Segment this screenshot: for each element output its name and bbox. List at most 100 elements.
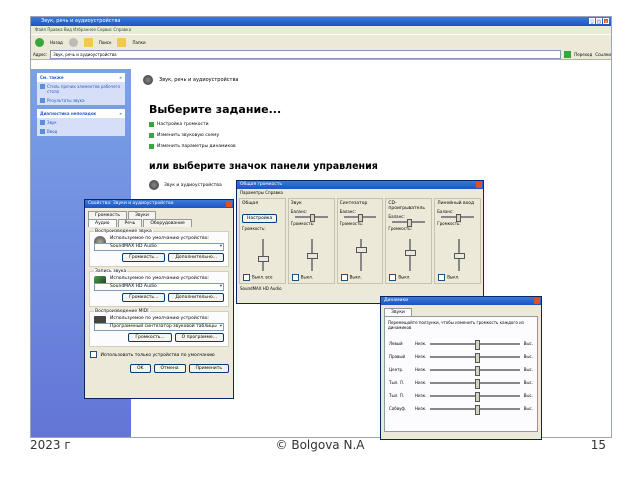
task-link[interactable]: Настройка громкости xyxy=(149,122,611,127)
mute-option[interactable]: Выкл. xyxy=(291,274,313,281)
see-also-title[interactable]: См. также xyxy=(37,73,125,82)
apply-button[interactable]: Применить xyxy=(188,364,229,373)
see-also-item[interactable]: Стиль прочих элементов рабочего стола xyxy=(37,82,125,96)
main-pane: Звук, речь и аудиоустройства Выберите за… xyxy=(143,69,611,190)
menu-bar[interactable]: Файл Правка Вид Избранное Сервис Справка xyxy=(31,26,611,34)
forward-arrow-icon[interactable] xyxy=(68,37,78,47)
advanced-button[interactable]: Дополнительно... xyxy=(168,293,224,302)
category-header: Звук, речь и аудиоустройства xyxy=(143,75,611,85)
speaker-slider[interactable] xyxy=(430,391,520,402)
speakers-title: Динамики xyxy=(381,297,541,305)
task-arrow-icon xyxy=(149,122,154,127)
go-button[interactable]: Переход xyxy=(574,52,592,57)
task-label[interactable]: Настройка громкости xyxy=(157,122,209,127)
default-only-checkbox[interactable] xyxy=(90,351,97,358)
tab-audio[interactable]: Аудио xyxy=(88,219,117,227)
task-label[interactable]: Изменить звуковую схему xyxy=(157,133,219,138)
recording-device-select[interactable]: SoundMAX HD Audio xyxy=(94,283,224,291)
speakers-title-text: Динамики xyxy=(384,298,409,303)
toolbar: Назад Поиск Папки xyxy=(31,34,611,49)
mute-checkbox[interactable] xyxy=(389,274,397,281)
mute-checkbox[interactable] xyxy=(243,274,250,281)
see-also-item[interactable]: Результаты звука xyxy=(37,96,125,105)
tab-row: Аудио Речь Оборудование xyxy=(85,219,233,227)
close-icon[interactable]: × xyxy=(603,18,609,24)
control-panel-icon-label[interactable]: Звук и аудиоустройства xyxy=(164,183,222,188)
links-button[interactable]: Ссылки xyxy=(595,52,611,57)
maximize-icon[interactable]: □ xyxy=(596,18,602,24)
back-label[interactable]: Назад xyxy=(50,40,63,45)
up-folder-icon[interactable] xyxy=(83,37,93,47)
volume-slider[interactable] xyxy=(404,250,416,257)
mute-checkbox[interactable] xyxy=(340,274,348,281)
recording-group: Запись звука Используемое по умолчанию у… xyxy=(89,269,229,307)
playback-device-select[interactable]: SoundMAX HD Audio xyxy=(94,243,224,251)
volume-button[interactable]: Громкость... xyxy=(122,253,166,262)
speaker-label: Центр. xyxy=(389,367,404,372)
speaker-slider[interactable] xyxy=(430,378,520,389)
address-input[interactable]: Звук, речь и аудиоустройства xyxy=(50,49,562,59)
low-label: Низк. xyxy=(415,341,427,346)
go-arrow-icon[interactable] xyxy=(564,50,572,58)
volume-button[interactable]: Громкость... xyxy=(122,293,166,302)
volume-slider[interactable] xyxy=(307,253,319,259)
minimize-icon[interactable]: _ xyxy=(589,18,595,24)
tab-sounds[interactable]: Звуки xyxy=(127,211,156,219)
advanced-button[interactable]: Дополнительно... xyxy=(168,253,224,262)
speaker-slider[interactable] xyxy=(430,339,520,350)
ok-button[interactable]: OK xyxy=(130,364,151,373)
tab-speech[interactable]: Речь xyxy=(117,219,143,227)
cancel-button[interactable]: Отмена xyxy=(153,364,186,373)
low-label: Низк. xyxy=(415,406,427,411)
search-button[interactable]: Поиск xyxy=(99,40,112,45)
speaker-slider[interactable] xyxy=(430,404,520,415)
task-link[interactable]: Изменить звуковую схему xyxy=(149,133,611,138)
speaker-slider[interactable] xyxy=(430,365,520,376)
mixer-menu[interactable]: Параметры Справка xyxy=(237,189,483,196)
midi-device-select[interactable]: Программный синтезатор звуковой таблицы xyxy=(94,323,224,331)
volume-slider[interactable] xyxy=(355,247,367,254)
volume-slider[interactable] xyxy=(453,253,465,259)
footer-author: © Bolgova N.A xyxy=(275,438,365,452)
close-icon[interactable] xyxy=(476,182,482,188)
mute-checkbox[interactable] xyxy=(438,274,446,281)
speaker-row: Левый Низк. Выс. xyxy=(389,339,533,350)
task-arrow-icon xyxy=(149,144,154,149)
balance-slider[interactable] xyxy=(294,214,328,222)
tab-hardware[interactable]: Оборудование xyxy=(143,219,192,227)
speaker-slider[interactable] xyxy=(430,352,520,363)
close-icon[interactable] xyxy=(534,298,540,304)
task-link[interactable]: Изменить параметры динамиков xyxy=(149,144,611,149)
high-label: Выс. xyxy=(523,380,533,385)
balance-slider[interactable] xyxy=(343,214,377,222)
settings-button[interactable]: Настройка xyxy=(242,214,278,223)
speakers-dialog: Динамики Звуки Перемещайте ползунки, что… xyxy=(380,296,542,440)
close-icon[interactable] xyxy=(226,201,232,207)
mute-option[interactable]: Выкл. xyxy=(340,274,362,281)
mute-option[interactable]: Выкл. xyxy=(438,274,459,281)
about-button[interactable]: О программе... xyxy=(174,333,224,342)
speaker-row: Тыл. Л. Низк. Выс. xyxy=(389,378,533,389)
back-arrow-icon[interactable] xyxy=(35,37,44,47)
tab-sounds[interactable]: Звуки xyxy=(384,308,412,316)
mute-option[interactable]: Выкл. xyxy=(389,274,411,281)
balance-slider[interactable] xyxy=(441,214,474,222)
troubleshoot-item[interactable]: Звук xyxy=(37,118,125,127)
speakers-text: Перемещайте ползунки, чтобы изменить гро… xyxy=(388,320,524,330)
tab-volume[interactable]: Громкость xyxy=(88,211,127,219)
folders-button[interactable]: Папки xyxy=(132,40,145,45)
balance-slider[interactable] xyxy=(392,219,426,227)
task-label[interactable]: Изменить параметры динамиков xyxy=(157,144,236,149)
sound-devices-icon[interactable] xyxy=(149,180,159,190)
default-only-option[interactable]: Использовать только устройства по умолча… xyxy=(90,351,228,358)
mute-option[interactable]: Выкл. все xyxy=(243,274,272,281)
volume-mixer-window: Общая громкость Параметры Справка Общая … xyxy=(236,180,484,304)
volume-slider[interactable] xyxy=(258,255,270,262)
folders-icon[interactable] xyxy=(117,37,127,47)
troubleshoot-item[interactable]: Ввод xyxy=(37,127,125,136)
or-pick-heading: или выберите значок панели управления xyxy=(149,161,378,172)
troubleshoot-title[interactable]: Диагностика неполадок xyxy=(37,109,125,118)
volume-button[interactable]: Громкость... xyxy=(128,333,172,342)
device-label: Используемое по умолчанию устройство: xyxy=(110,236,209,241)
mute-checkbox[interactable] xyxy=(291,274,299,281)
